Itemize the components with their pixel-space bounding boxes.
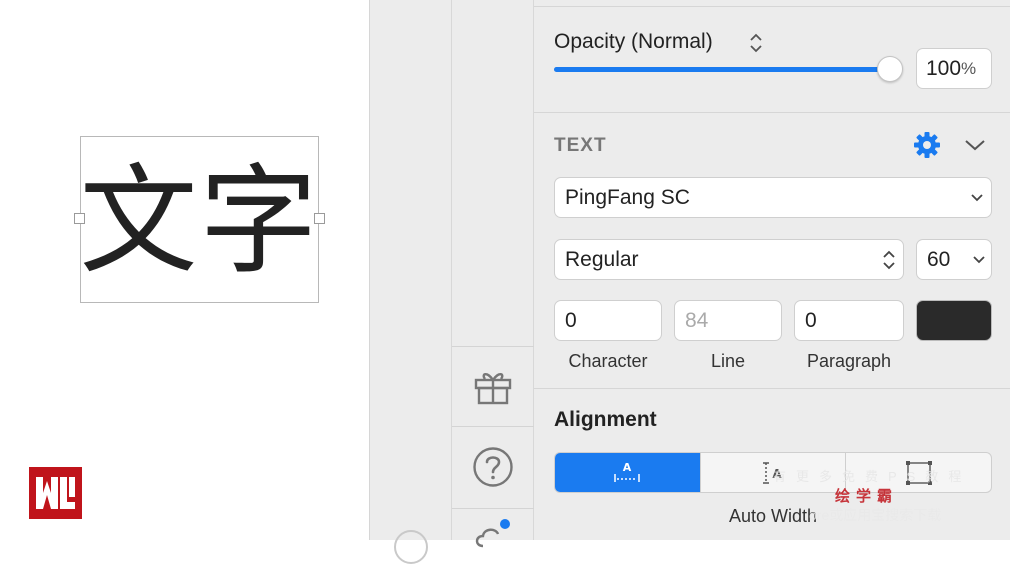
opacity-value: 100 — [926, 56, 962, 80]
separator — [534, 388, 1010, 389]
text-layer[interactable]: 文字 — [80, 136, 319, 303]
text-layer-content: 文字 — [79, 151, 320, 290]
auto-height-icon: A — [763, 461, 782, 484]
brand-logo — [29, 467, 82, 519]
opacity-mode-label[interactable]: Opacity (Normal) — [554, 30, 713, 54]
line-height-input[interactable]: 84 — [674, 300, 782, 341]
question-icon — [473, 446, 513, 487]
line-label: Line — [710, 351, 746, 371]
auto-width-segment[interactable]: A — [555, 453, 701, 492]
separator — [534, 6, 1010, 7]
character-spacing-value: 0 — [565, 308, 577, 332]
opacity-slider[interactable] — [554, 56, 903, 82]
opacity-unit: % — [961, 58, 977, 78]
separator — [534, 112, 1010, 113]
up-down-chevron-icon[interactable] — [748, 32, 764, 54]
svg-text:A: A — [623, 461, 632, 474]
text-color-swatch[interactable] — [916, 300, 992, 341]
font-weight-value: Regular — [565, 247, 639, 271]
opacity-field[interactable]: 100% — [916, 48, 992, 89]
paragraph-spacing-input[interactable]: 0 — [794, 300, 904, 341]
resize-handle-left[interactable] — [74, 213, 85, 224]
selected-alignment-label: Auto Width — [728, 506, 818, 526]
partial-icon — [394, 530, 428, 564]
character-spacing-input[interactable]: 0 — [554, 300, 662, 341]
svg-text:A: A — [772, 467, 782, 481]
font-weight-select[interactable]: Regular — [554, 239, 904, 280]
paragraph-spacing-value: 0 — [805, 308, 817, 332]
cloud-button[interactable] — [452, 508, 534, 588]
alignment-title: Alignment — [554, 408, 657, 431]
auto-width-icon: A — [614, 461, 641, 482]
opacity-slider-fill — [554, 67, 890, 72]
font-family-select[interactable]: PingFang SC — [554, 177, 992, 218]
up-down-chevron-icon — [883, 250, 895, 269]
font-family-value: PingFang SC — [565, 185, 690, 209]
opacity-slider-thumb[interactable] — [877, 56, 903, 82]
character-label: Character — [568, 351, 648, 371]
gift-button[interactable] — [452, 346, 534, 426]
gear-icon[interactable] — [913, 131, 941, 159]
gift-icon — [474, 372, 512, 404]
help-button[interactable] — [452, 426, 534, 506]
paragraph-label: Paragraph — [806, 351, 892, 371]
tool-strip — [451, 0, 534, 547]
fixed-size-segment[interactable] — [846, 453, 991, 492]
font-size-select[interactable]: 60 — [916, 239, 992, 280]
font-size-value: 60 — [927, 247, 951, 271]
line-height-placeholder: 84 — [685, 308, 709, 332]
auto-height-segment[interactable]: A — [701, 453, 847, 492]
text-section-title: TEXT — [554, 135, 607, 156]
chevron-down-icon — [971, 193, 983, 201]
inspector-panel: Opacity (Normal) 100% TEXT PingFang SC R… — [534, 0, 1010, 540]
design-canvas[interactable]: 文字 — [0, 0, 369, 540]
chevron-down-icon[interactable] — [964, 137, 986, 153]
fixed-size-icon — [905, 460, 932, 485]
resize-handle-right[interactable] — [314, 213, 325, 224]
text-behaviour-segmented-control: A A — [554, 452, 992, 493]
chevron-down-icon — [973, 255, 985, 263]
cloud-notification-icon — [475, 518, 510, 547]
canvas-gutter — [369, 0, 451, 564]
